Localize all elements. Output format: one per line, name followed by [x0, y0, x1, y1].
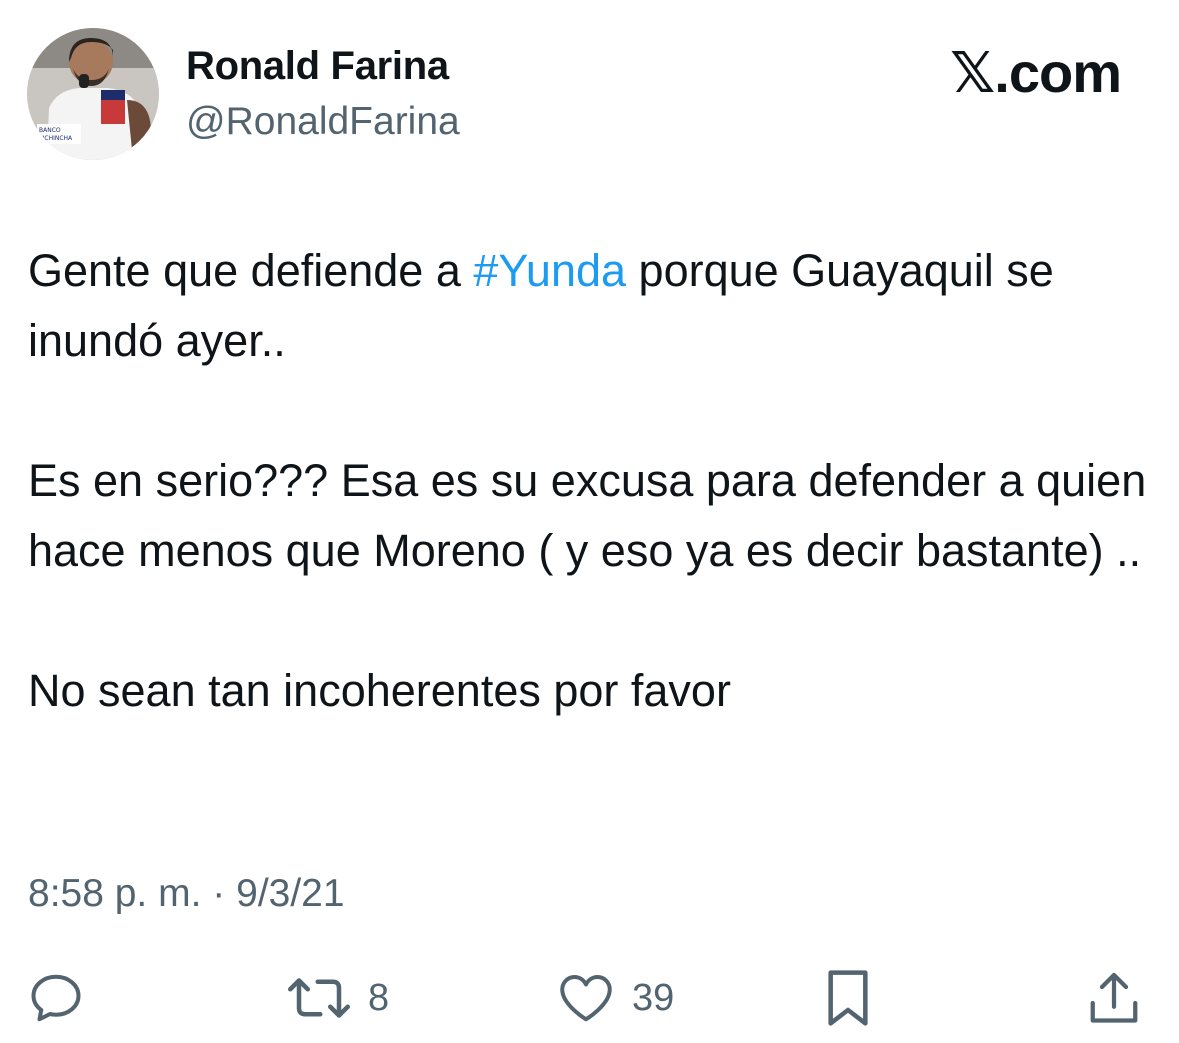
- retweet-icon: [288, 978, 350, 1018]
- retweet-count: 8: [368, 976, 390, 1019]
- action-bar: 8 39: [0, 960, 1179, 1040]
- brand-logo: 𝕏.com: [950, 41, 1122, 104]
- heart-icon: [560, 975, 612, 1022]
- share-button[interactable]: [1084, 960, 1144, 1036]
- like-button[interactable]: 39: [556, 960, 674, 1036]
- reply-button[interactable]: [26, 960, 86, 1036]
- bookmark-button[interactable]: [820, 960, 876, 1036]
- hashtag-link[interactable]: #Yunda: [473, 245, 626, 296]
- tweet-date: 9/3/21: [236, 872, 345, 915]
- avatar-photo: BANCO PICHINCHA: [27, 28, 159, 160]
- tweet-paragraph-1: Gente que defiende a #Yunda porque Guaya…: [28, 236, 1153, 376]
- author-handle[interactable]: @RonaldFarina: [186, 100, 460, 144]
- svg-text:PICHINCHA: PICHINCHA: [39, 135, 73, 142]
- reply-icon: [31, 974, 81, 1022]
- tweet-time: 8:58 p. m.: [28, 872, 202, 915]
- meta-separator: ·: [212, 872, 226, 915]
- bookmark-icon: [828, 970, 868, 1026]
- tweet-timestamp[interactable]: 8:58 p. m. · 9/3/21: [28, 872, 345, 916]
- tweet-paragraph-2: Es en serio??? Esa es su excusa para def…: [28, 455, 1147, 576]
- tweet-text-segment: Gente que defiende a: [28, 245, 474, 296]
- svg-text:BANCO: BANCO: [39, 127, 61, 134]
- share-icon: [1090, 972, 1138, 1023]
- tweet-text: Gente que defiende a #Yunda porque Guaya…: [28, 236, 1153, 726]
- retweet-button[interactable]: 8: [286, 960, 389, 1036]
- like-count: 39: [632, 976, 675, 1019]
- avatar[interactable]: BANCO PICHINCHA: [27, 28, 159, 160]
- tweet-paragraph-3: No sean tan incoherentes por favor: [28, 665, 731, 716]
- author-display-name[interactable]: Ronald Farina: [186, 44, 449, 89]
